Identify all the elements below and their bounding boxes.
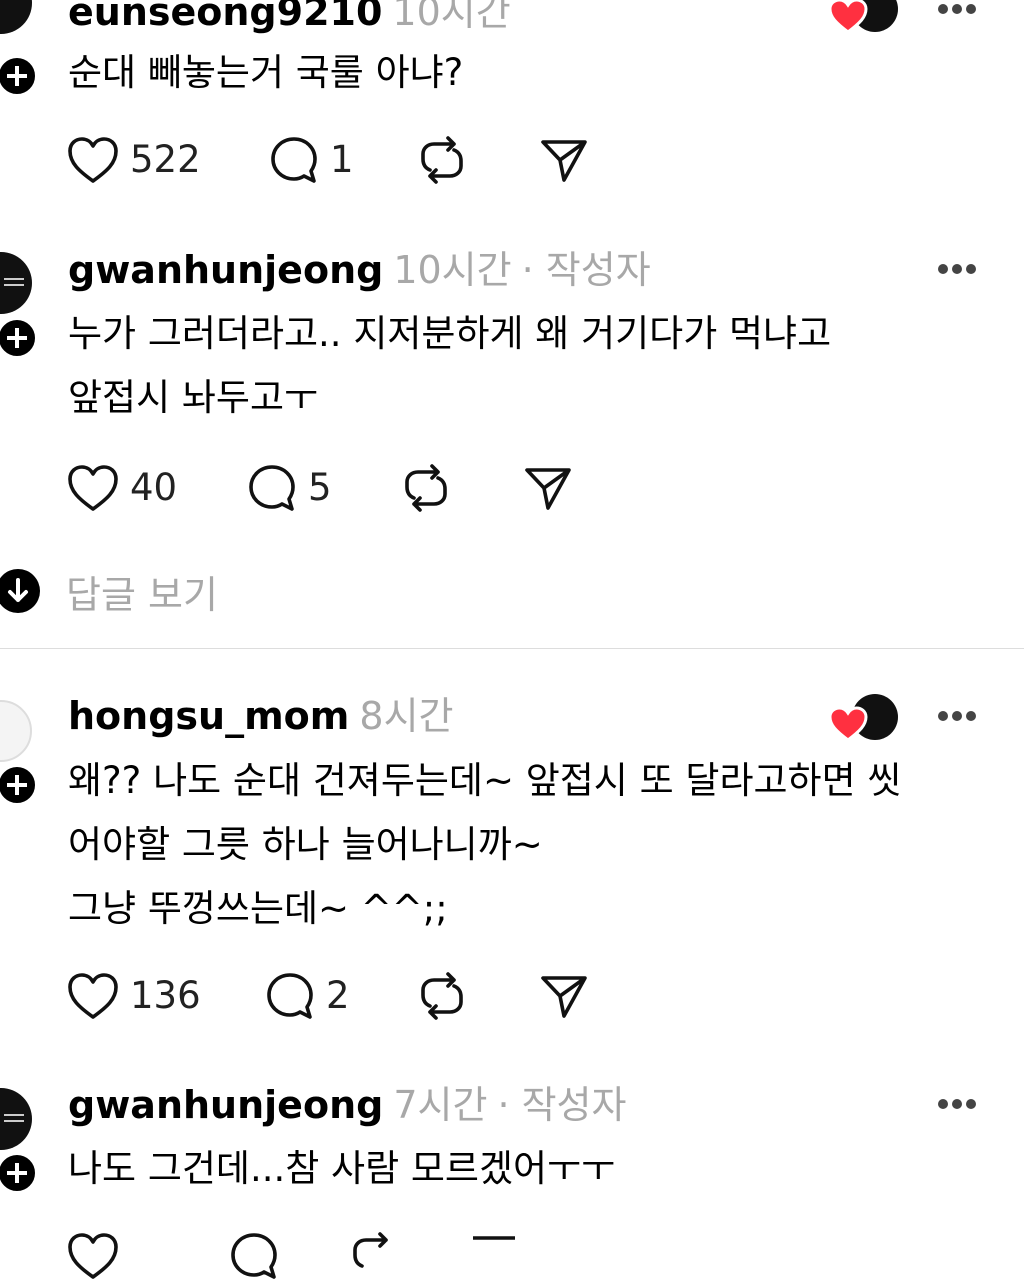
avatar[interactable] xyxy=(0,252,32,314)
timestamp: 10시간 xyxy=(393,248,512,292)
arrow-down-circle-icon xyxy=(0,569,40,613)
divider xyxy=(0,648,1024,649)
view-replies-link[interactable]: 답글 보기 xyxy=(0,565,218,617)
repost-icon xyxy=(353,1232,388,1268)
username[interactable]: gwanhunjeong xyxy=(68,248,383,292)
post-line: 앞접시 놔두고ㅜ xyxy=(68,376,319,419)
username[interactable]: gwanhunjeong xyxy=(68,1083,383,1127)
post-line: 왜?? 나도 순대 건져두는데~ 앞접시 또 달라고하면 씻 xyxy=(68,759,902,802)
like-button[interactable]: 40 xyxy=(66,460,177,516)
post-header: gwanhunjeong 10시간 · 작성자 xyxy=(68,246,651,294)
avatar[interactable] xyxy=(0,700,32,762)
more-dots-icon[interactable] xyxy=(938,4,978,14)
view-replies-label: 답글 보기 xyxy=(66,572,218,617)
post-line: 누가 그러더라고.. 지저분하게 왜 거기다가 먹냐고 xyxy=(68,312,832,355)
repost-button[interactable] xyxy=(416,132,468,188)
timestamp: 8시간 xyxy=(359,694,454,738)
username[interactable]: eunseong9210 xyxy=(68,0,382,34)
post-line: 그냥 뚜껑쓰는데~ ^^;; xyxy=(68,887,448,930)
post-line: 순대 빼놓는거 국룰 아냐? xyxy=(68,51,464,94)
repost-icon xyxy=(421,972,463,1020)
share-button[interactable] xyxy=(538,968,590,1024)
post-line: 나도 그건데...참 사람 모르겠어ㅜㅜ xyxy=(68,1147,616,1190)
repost-button[interactable] xyxy=(400,460,452,516)
post-line: 어야할 그릇 하나 늘어나니까~ xyxy=(68,823,543,866)
like-button[interactable]: 522 xyxy=(66,132,201,188)
post-header: eunseong9210 10시간 xyxy=(68,0,511,36)
comment-bubble-icon xyxy=(271,137,317,183)
heart-outline-icon xyxy=(68,465,118,511)
post-text: 나도 그건데...참 사람 모르겠어ㅜㅜ xyxy=(68,1137,615,1201)
like-button[interactable]: 136 xyxy=(66,968,201,1024)
author-liked-badge xyxy=(828,694,900,744)
avatar[interactable] xyxy=(0,0,32,34)
follow-plus-icon[interactable] xyxy=(0,1151,39,1195)
repost-icon xyxy=(405,464,447,512)
heart-outline-icon xyxy=(68,973,118,1019)
timestamp: 10시간 xyxy=(392,0,511,34)
username[interactable]: hongsu_mom xyxy=(68,694,349,738)
heart-outline-icon xyxy=(68,137,118,183)
more-dots-icon[interactable] xyxy=(938,711,978,721)
heart-outline-icon xyxy=(68,1233,118,1279)
heart-filled-icon xyxy=(828,0,868,34)
post-text: 누가 그러더라고.. 지저분하게 왜 거기다가 먹냐고 앞접시 놔두고ㅜ xyxy=(68,302,831,430)
comment-count: 5 xyxy=(308,466,332,509)
comment-count: 2 xyxy=(326,974,350,1017)
comment-button[interactable]: 1 xyxy=(268,132,354,188)
share-button[interactable] xyxy=(468,1228,520,1284)
repost-icon xyxy=(421,136,463,184)
share-button[interactable] xyxy=(522,460,574,516)
comment-button[interactable] xyxy=(228,1228,280,1284)
repost-button[interactable] xyxy=(416,968,468,1024)
author-tag: · 작성자 xyxy=(521,248,651,292)
comment-bubble-icon xyxy=(249,465,295,511)
post-header: hongsu_mom 8시간 xyxy=(68,692,454,740)
post-text: 왜?? 나도 순대 건져두는데~ 앞접시 또 달라고하면 씻 어야할 그릇 하나… xyxy=(68,749,901,941)
comment-bubble-icon xyxy=(231,1233,277,1279)
follow-plus-icon[interactable] xyxy=(0,54,39,98)
follow-plus-icon[interactable] xyxy=(0,316,39,360)
repost-button[interactable] xyxy=(348,1228,400,1284)
heart-filled-icon xyxy=(828,706,868,742)
post-text: 순대 빼놓는거 국룰 아냐? xyxy=(68,41,463,105)
like-count: 522 xyxy=(130,138,201,181)
send-icon xyxy=(473,1236,515,1240)
author-tag: · 작성자 xyxy=(497,1083,627,1127)
send-icon xyxy=(525,468,571,510)
comment-button[interactable]: 2 xyxy=(264,968,350,1024)
like-count: 40 xyxy=(130,466,178,509)
send-icon xyxy=(541,140,587,182)
comment-count: 1 xyxy=(330,138,354,181)
like-button[interactable] xyxy=(66,1228,120,1284)
more-dots-icon[interactable] xyxy=(938,1099,978,1109)
comment-bubble-icon xyxy=(267,973,313,1019)
share-button[interactable] xyxy=(538,132,590,188)
avatar[interactable] xyxy=(0,1088,32,1150)
send-icon xyxy=(541,976,587,1018)
more-dots-icon[interactable] xyxy=(938,264,978,274)
author-liked-badge xyxy=(828,0,900,36)
follow-plus-icon[interactable] xyxy=(0,763,39,807)
post-header: gwanhunjeong 7시간 · 작성자 xyxy=(68,1081,626,1129)
timestamp: 7시간 xyxy=(393,1083,488,1127)
comment-button[interactable]: 5 xyxy=(246,460,332,516)
like-count: 136 xyxy=(130,974,201,1017)
